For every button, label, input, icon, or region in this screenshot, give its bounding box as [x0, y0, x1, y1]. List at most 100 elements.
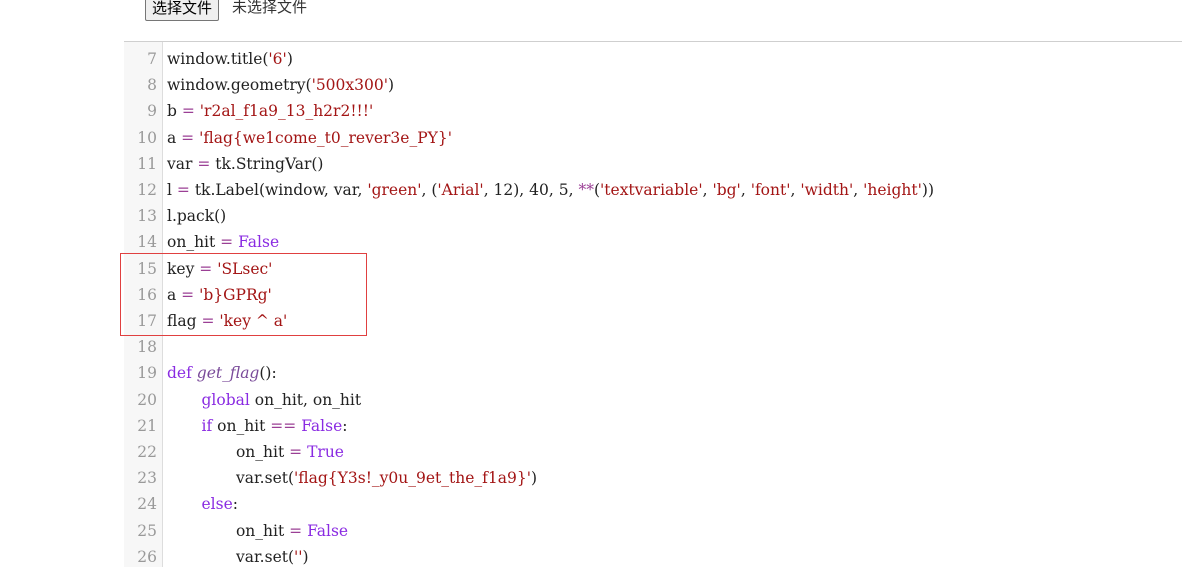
file-upload-bar: 选择文件 未选择文件 [0, 0, 1182, 40]
code-line: 10 a = 'flag{we1come_t0_rever3e_PY}' [124, 125, 1182, 151]
line-number: 20 [137, 390, 157, 409]
code-line: 9 b = 'r2al_f1a9_13_h2r2!!!' [124, 98, 1182, 124]
code-token: , [702, 181, 713, 199]
code-line: 24 else: [124, 491, 1182, 517]
code-token: , [853, 181, 864, 199]
code-text: on_hit = False [167, 518, 348, 544]
code-token: )) [921, 181, 934, 199]
code-token: = [201, 312, 215, 330]
code-token: var [167, 154, 198, 173]
code-text: var = tk.StringVar() [167, 151, 323, 177]
code-token: 'textvariable' [600, 181, 703, 199]
code-token: = [197, 154, 211, 173]
line-number: 14 [137, 233, 157, 252]
code-text: var.set('flag{Y3s!_y0u_9et_the_f1a9}') [167, 465, 537, 491]
code-text: a = 'flag{we1come_t0_rever3e_PY}' [167, 125, 452, 151]
code-token: 'width' [800, 181, 854, 199]
code-token: = [176, 181, 190, 199]
code-text: window.geometry('500x300') [167, 72, 394, 98]
line-number: 15 [137, 259, 157, 278]
code-text: l.pack() [167, 203, 226, 229]
code-token: (): [259, 364, 277, 383]
code-token: else [201, 495, 233, 514]
line-number: 19 [137, 364, 157, 383]
code-token: 'b}GPRg' [199, 285, 272, 304]
code-token: on_hit [167, 521, 290, 540]
line-number: 24 [137, 495, 157, 514]
code-token: 'SLsec' [217, 259, 273, 278]
code-token: window.geometry( [167, 76, 312, 95]
code-token: 'green' [367, 181, 422, 199]
line-number: 17 [137, 312, 157, 330]
code-text: def get_flag(): [167, 360, 277, 386]
code-text: on_hit = True [167, 439, 344, 465]
code-text: else: [167, 491, 239, 517]
code-token: 'flag{we1come_t0_rever3e_PY}' [199, 128, 452, 147]
code-line: 15 key = 'SLsec' [124, 256, 1182, 282]
code-line: 13 l.pack() [124, 203, 1182, 229]
code-token: ** [578, 181, 594, 199]
code-token: flag [167, 312, 202, 330]
code-line: 7 window.title('6') [124, 46, 1182, 72]
code-token: tk.Label(window, var, [189, 181, 368, 199]
line-number: 7 [147, 50, 157, 68]
code-line: 22 on_hit = True [124, 439, 1182, 465]
code-line: 16 a = 'b}GPRg' [124, 282, 1182, 308]
code-text: window.title('6') [167, 46, 293, 72]
code-line: 8 window.geometry('500x300') [124, 72, 1182, 98]
code-line: 19 def get_flag(): [124, 360, 1182, 386]
code-token: get_flag [196, 364, 260, 383]
code-token: if [201, 416, 213, 435]
line-number: 9 [147, 102, 157, 121]
code-token: = [199, 259, 213, 278]
code-token: key [167, 259, 200, 278]
code-token: 'key ^ a' [219, 312, 288, 330]
code-line: 11 var = tk.StringVar() [124, 151, 1182, 177]
code-token: , [740, 181, 751, 199]
line-number: 16 [137, 285, 157, 304]
code-token: 'bg' [712, 181, 741, 199]
code-token: a [167, 285, 182, 304]
code-text: var.set('') [167, 544, 309, 567]
code-token: : [342, 416, 348, 435]
code-token: '' [294, 547, 303, 566]
line-number: 21 [137, 416, 157, 435]
line-number: 12 [137, 181, 157, 199]
code-token: = [289, 443, 303, 461]
code-text: b = 'r2al_f1a9_13_h2r2!!!' [167, 98, 373, 124]
code-token: True [307, 443, 344, 461]
line-number: 10 [137, 128, 157, 147]
code-token: window.title( [167, 50, 269, 68]
code-token: 'height' [863, 181, 922, 199]
code-token: = [220, 233, 234, 252]
code-token: 'font' [750, 181, 791, 199]
code-token: l.pack() [167, 207, 227, 226]
code-token: , [790, 181, 801, 199]
code-token: on_hit [167, 443, 290, 461]
code-token: l [167, 181, 177, 199]
code-token: var.set( [167, 547, 295, 566]
code-line: 21 if on_hit == False: [124, 413, 1182, 439]
code-token: 'flag{Y3s!_y0u_9et_the_f1a9}' [294, 469, 531, 488]
code-token: '500x300' [311, 76, 388, 95]
line-number: 11 [137, 154, 157, 173]
line-number: 8 [147, 76, 157, 95]
code-token: == [270, 416, 297, 435]
code-token: on_hit [212, 416, 271, 435]
code-line: 12 l = tk.Label(window, var, 'green', ('A… [124, 177, 1182, 203]
code-text: l = tk.Label(window, var, 'green', ('Ari… [167, 177, 934, 203]
code-editor[interactable]: 7 window.title('6') 8 window.geometry('500x… [124, 41, 1182, 567]
code-token: 'Arial' [437, 181, 484, 199]
code-token: var.set( [167, 469, 295, 488]
code-token: False [301, 416, 343, 435]
choose-file-button[interactable]: 选择文件 [145, 0, 220, 21]
line-number: 25 [137, 521, 157, 540]
code-line: 25 on_hit = False [124, 518, 1182, 544]
file-status-text: 未选择文件 [232, 0, 308, 16]
code-token: tk.StringVar() [210, 154, 324, 173]
code-token: False [238, 233, 280, 252]
code-token: ) [531, 469, 538, 488]
line-number: 26 [137, 547, 157, 566]
code-text: a = 'b}GPRg' [167, 282, 272, 308]
